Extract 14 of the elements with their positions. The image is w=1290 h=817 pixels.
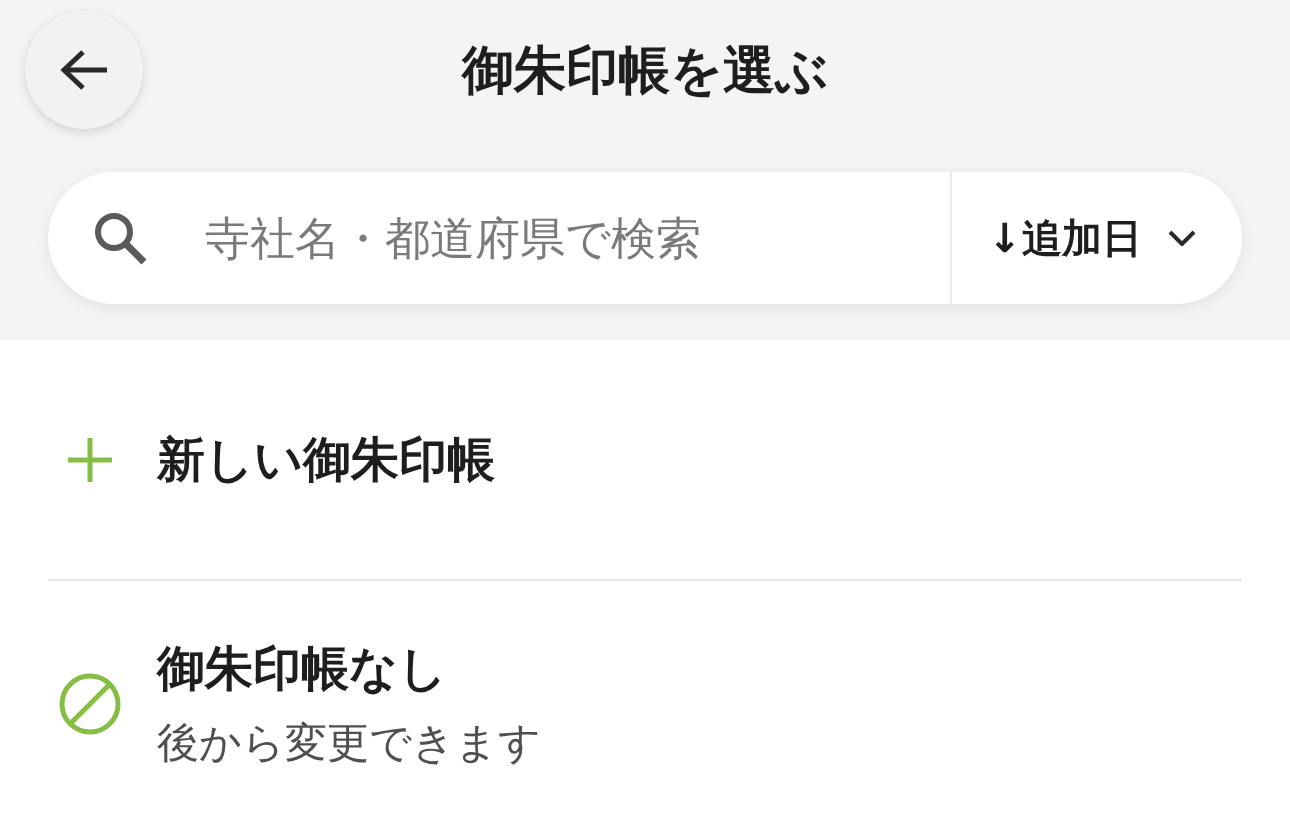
search-icon [93, 211, 147, 265]
plus-icon [68, 437, 112, 482]
arrow-left-icon [59, 49, 109, 91]
option-row[interactable]: 御朱印帳なし 後から変更できます [48, 581, 1242, 816]
option-title: 御朱印帳なし [157, 638, 448, 698]
option-title: 新しい御朱印帳 [157, 429, 495, 489]
page-title: 御朱印帳を選ぶ [462, 38, 828, 102]
search-input[interactable]: 寺社名・都道府県で検索 [205, 172, 950, 304]
option-row[interactable]: 新しい御朱印帳 [48, 340, 1242, 581]
option-subtitle: 後から変更できます [157, 716, 541, 769]
chevron-down-icon [1168, 230, 1196, 246]
prohibited-icon [59, 672, 121, 735]
search-bar[interactable]: 寺社名・都道府県で検索 ↓追加日 [48, 172, 1242, 304]
sort-button[interactable]: ↓追加日 [950, 172, 1242, 304]
